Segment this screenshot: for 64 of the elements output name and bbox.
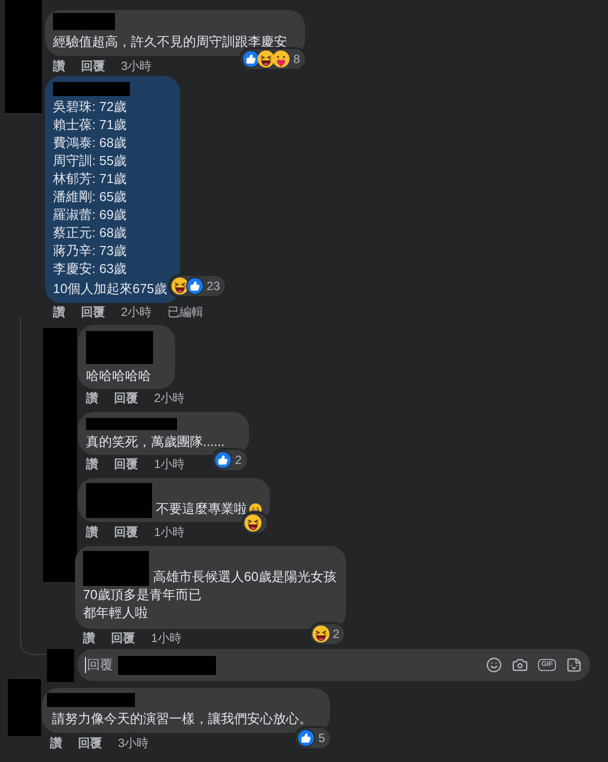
comment-text: 吳碧珠: 72歲 <box>53 98 128 116</box>
reply-link[interactable]: 回覆 <box>81 57 105 75</box>
redacted-avatar <box>8 679 41 736</box>
reply-link[interactable]: 回覆 <box>111 629 135 647</box>
like-link[interactable]: 讚 <box>53 303 65 321</box>
reply-link[interactable]: 回覆 <box>114 455 138 473</box>
redacted-name <box>53 13 115 30</box>
reply-link[interactable]: 回覆 <box>81 303 105 321</box>
edited-label: 已編輯 <box>168 304 204 321</box>
emoji-icon[interactable] <box>486 657 502 673</box>
sticker-icon[interactable] <box>566 657 582 673</box>
reaction-count[interactable]: 8 <box>239 47 307 71</box>
reply-placeholder: 回覆 <box>87 656 113 674</box>
timestamp[interactable]: 1小時 <box>154 455 185 473</box>
like-reaction-icon <box>186 277 204 295</box>
like-link[interactable]: 讚 <box>86 389 98 407</box>
comment-text: 蔣乃辛: 73歲 <box>53 242 128 260</box>
timestamp[interactable]: 3小時 <box>121 57 152 75</box>
reaction-count[interactable]: 2 <box>308 622 346 646</box>
timestamp[interactable]: 1小時 <box>154 523 185 541</box>
like-reaction-icon <box>214 451 232 469</box>
reply-text: 哈哈哈哈哈 <box>86 367 152 385</box>
like-link[interactable]: 讚 <box>83 629 95 647</box>
laughing-face-icon <box>312 625 330 643</box>
like-link[interactable]: 讚 <box>86 455 98 473</box>
reply-link[interactable]: 回覆 <box>114 389 138 407</box>
comment-text: 潘維剛: 65歲 <box>53 188 128 206</box>
redacted-name <box>83 551 149 586</box>
reply-link[interactable]: 回覆 <box>78 734 102 752</box>
reply-text: 高雄市長候選人60歲是陽光女孩 <box>153 568 338 586</box>
reaction-count[interactable]: 2 <box>210 448 249 472</box>
like-link[interactable]: 讚 <box>53 57 65 75</box>
like-reaction-icon <box>297 729 316 747</box>
reply-text: 70歲頂多是青年而已 <box>83 586 202 604</box>
reply-text: 不要這麼專業啦 <box>156 500 248 518</box>
comment-text: 請努力像今天的演習一樣，讓我們安心放心。 <box>52 710 313 728</box>
laughing-face-icon <box>244 514 262 532</box>
timestamp[interactable]: 3小時 <box>118 734 149 752</box>
like-reaction-icon <box>242 50 260 68</box>
comment-text: 林郁芳: 71歲 <box>53 170 128 188</box>
reaction-count[interactable]: 23 <box>168 274 227 298</box>
comment-text: 賴士葆: 71歲 <box>53 116 128 134</box>
reply-text: 都年輕人啦 <box>83 604 149 622</box>
timestamp[interactable]: 1小時 <box>151 629 182 647</box>
like-link[interactable]: 讚 <box>86 523 98 541</box>
hugging-face-icon <box>272 50 290 68</box>
laughing-face-icon <box>170 277 189 295</box>
comment-text: 10個人加起來675歲 <box>53 280 168 298</box>
comment-text: 費鴻泰: 68歲 <box>53 134 128 152</box>
laughing-face-icon <box>257 50 276 68</box>
timestamp[interactable]: 2小時 <box>154 389 185 407</box>
comment-text: 蔡正元: 68歲 <box>53 224 128 242</box>
redacted-avatar <box>47 649 74 682</box>
redacted-name <box>86 483 152 518</box>
redacted-name <box>86 331 153 364</box>
reply-link[interactable]: 回覆 <box>114 523 138 541</box>
comment-text: 羅淑蕾: 69歲 <box>53 206 128 224</box>
reaction-count[interactable]: 5 <box>294 726 332 750</box>
like-link[interactable]: 讚 <box>50 734 62 752</box>
camera-icon[interactable] <box>512 657 528 673</box>
reply-text: 真的笑死，萬歲團隊...... <box>86 433 226 451</box>
comment-text: 李慶安: 63歲 <box>53 260 128 278</box>
timestamp[interactable]: 2小時 <box>121 303 152 321</box>
comment-text: 周守訓: 55歲 <box>53 152 128 170</box>
